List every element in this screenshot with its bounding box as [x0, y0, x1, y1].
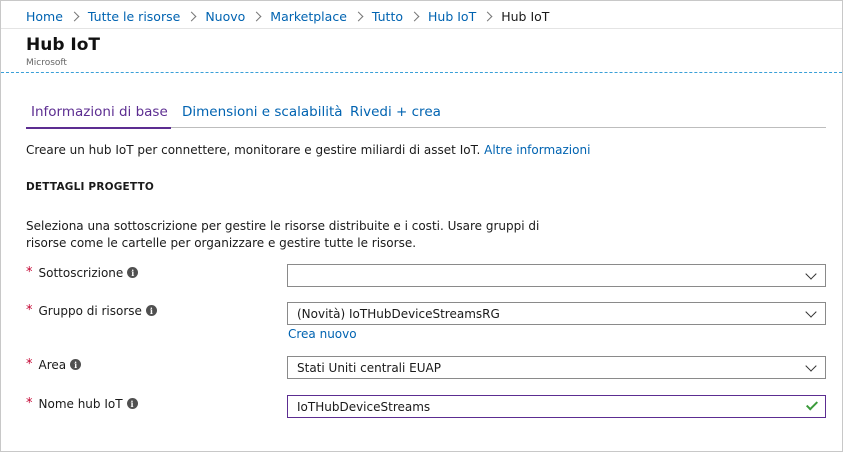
- breadcrumb-everything[interactable]: Tutto: [372, 9, 403, 24]
- breadcrumb: Home Tutte le risorse Nuovo Marketplace …: [26, 7, 549, 25]
- chevron-down-icon: [805, 306, 817, 318]
- learn-more-link[interactable]: Altre informazioni: [484, 143, 590, 157]
- region-label: * Area i: [26, 357, 82, 372]
- page-title: Hub IoT: [26, 35, 101, 55]
- hub-name-label: * Nome hub IoT i: [26, 396, 138, 411]
- breadcrumb-current: Hub IoT: [501, 8, 550, 24]
- resource-group-dropdown[interactable]: (Novità) IoTHubDeviceStreamsRG: [287, 302, 826, 325]
- breadcrumb-home[interactable]: Home: [26, 9, 63, 24]
- checkmark-icon: [806, 398, 819, 413]
- required-marker: *: [26, 265, 33, 280]
- create-new-link[interactable]: Crea nuovo: [288, 327, 357, 341]
- required-marker: *: [26, 303, 33, 318]
- chevron-down-icon: [805, 360, 817, 372]
- subscription-label: * Sottoscrizione i: [26, 265, 139, 280]
- chevron-down-icon: [805, 268, 817, 280]
- tab-size-scale[interactable]: Dimensioni e scalabilità: [182, 104, 343, 128]
- subscription-dropdown[interactable]: [287, 264, 826, 287]
- intro-description: Creare un hub IoT per connettere, monito…: [26, 143, 481, 157]
- chevron-right-icon: [251, 11, 262, 21]
- subscription-label-text: Sottoscrizione: [38, 265, 124, 280]
- region-dropdown[interactable]: Stati Uniti centrali EUAP: [287, 356, 826, 379]
- resource-group-value: (Novità) IoTHubDeviceStreamsRG: [297, 306, 500, 321]
- tab-review-create[interactable]: Rivedi + crea: [350, 104, 441, 128]
- region-label-text: Area: [38, 357, 67, 372]
- hub-name-input[interactable]: IoTHubDeviceStreams: [287, 395, 826, 418]
- chevron-right-icon: [353, 11, 364, 21]
- chevron-right-icon: [482, 11, 493, 21]
- info-icon[interactable]: i: [70, 359, 82, 370]
- subscription-value-mask: [289, 266, 519, 286]
- section-description: Seleziona una sottoscrizione per gestire…: [26, 219, 540, 250]
- breadcrumb-iot-hub[interactable]: Hub IoT: [428, 9, 476, 24]
- required-marker: *: [26, 396, 33, 411]
- header-divider: [1, 28, 842, 29]
- resource-group-label-text: Gruppo di risorse: [38, 303, 142, 318]
- info-icon[interactable]: i: [126, 398, 138, 409]
- hub-name-value: IoTHubDeviceStreams: [297, 399, 431, 414]
- chevron-right-icon: [409, 11, 420, 21]
- tab-bar: Informazioni di base Dimensioni e scalab…: [26, 104, 826, 129]
- region-value: Stati Uniti centrali EUAP: [297, 360, 441, 375]
- info-icon[interactable]: i: [145, 305, 157, 316]
- page-subtitle: Microsoft: [26, 58, 67, 68]
- hub-name-label-text: Nome hub IoT: [38, 396, 123, 411]
- required-marker: *: [26, 357, 33, 372]
- blade-divider: [1, 72, 842, 73]
- breadcrumb-all-resources[interactable]: Tutte le risorse: [88, 9, 180, 24]
- breadcrumb-new[interactable]: Nuovo: [205, 9, 245, 24]
- breadcrumb-marketplace[interactable]: Marketplace: [270, 9, 347, 24]
- tab-size-scale-label: Dimensioni e scalabilità: [182, 104, 343, 120]
- chevron-right-icon: [186, 11, 197, 21]
- tab-basics[interactable]: Informazioni di base: [26, 104, 171, 129]
- tab-basics-label: Informazioni di base: [31, 104, 168, 120]
- tab-review-create-label: Rivedi + crea: [350, 104, 441, 120]
- section-heading: DETTAGLI PROGETTO: [26, 181, 155, 193]
- info-icon[interactable]: i: [127, 267, 139, 278]
- active-tab-underline: [26, 127, 171, 129]
- intro-text: Creare un hub IoT per connettere, monito…: [26, 143, 590, 157]
- chevron-right-icon: [69, 11, 80, 21]
- resource-group-label: * Gruppo di risorse i: [26, 303, 157, 318]
